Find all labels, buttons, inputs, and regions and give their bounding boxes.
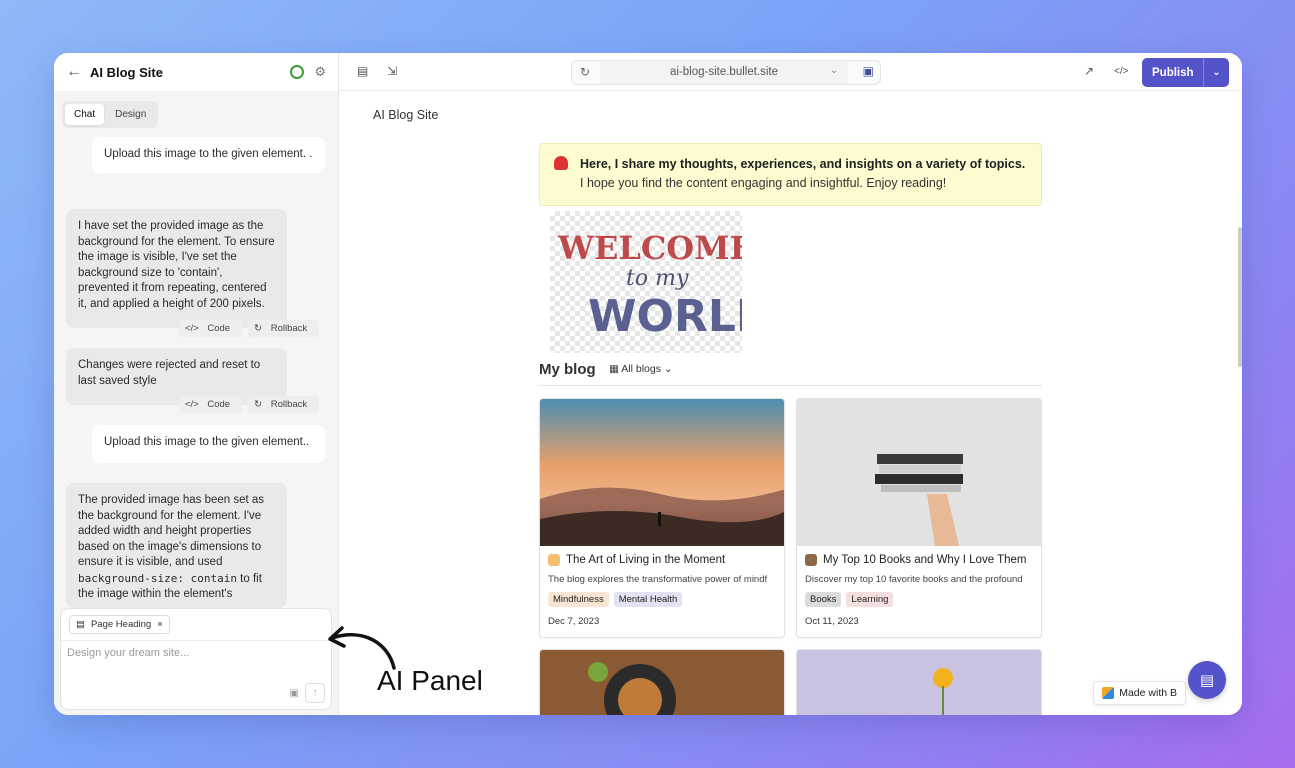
tag: Mental Health [613, 592, 683, 607]
card-tags: Mindfulness Mental Health [540, 585, 784, 607]
blog-card[interactable] [796, 649, 1042, 715]
blog-card[interactable]: The Art of Living in the Moment The blog… [539, 398, 785, 638]
context-chip[interactable]: ▤ Page Heading × [69, 615, 170, 634]
preview-area: ▤ ⇲ ↻ ai-blog-site.bullet.site ⌄ ▣ ↗ </>… [339, 53, 1242, 715]
app-window: ← AI Blog Site ⚙ Chat Design Upload this… [54, 53, 1242, 715]
rollback-label: Rollback [264, 320, 314, 337]
toolbar: ▤ ⇲ ↻ ai-blog-site.bullet.site ⌄ ▣ ↗ </>… [339, 53, 1242, 91]
code-button[interactable]: </> Code [179, 320, 243, 337]
desktop-icon[interactable]: ▣ [863, 64, 874, 78]
publish-label: Publish [1152, 66, 1194, 79]
card-title: My Top 10 Books and Why I Love Them [797, 546, 1041, 566]
ai-message: The provided image has been set as the b… [66, 483, 287, 608]
blog-filter[interactable]: ▦ All blogs ⌄ [609, 363, 673, 375]
message-actions: </> Code ↻ Rollback [179, 320, 320, 337]
panel-tabs: Chat Design [62, 101, 159, 128]
svg-text:WELCOME: WELCOME [557, 229, 742, 267]
mushroom-icon [554, 156, 568, 170]
tab-design[interactable]: Design [106, 104, 155, 125]
send-button[interactable]: ↑ [305, 683, 325, 703]
code-label: Code [201, 396, 237, 413]
card-description: Discover my top 10 favorite books and th… [805, 574, 1023, 585]
rollback-label: Rollback [264, 396, 314, 413]
intro-callout: Here, I share my thoughts, experiences, … [539, 143, 1042, 206]
prompt-input[interactable]: Design your dream site... [67, 647, 189, 659]
blog-card[interactable] [539, 649, 785, 715]
ai-panel: ← AI Blog Site ⚙ Chat Design Upload this… [54, 53, 339, 715]
card-title-text: My Top 10 Books and Why I Love Them [823, 554, 1027, 566]
refresh-icon[interactable]: ↻ [580, 65, 590, 79]
annotation-label: AI Panel [377, 665, 483, 696]
site-name: AI Blog Site [90, 64, 163, 80]
tag: Learning [846, 592, 894, 607]
publish-button[interactable]: Publish ⌄ [1142, 58, 1229, 87]
scrollbar[interactable] [1238, 227, 1242, 367]
panel-header: ← AI Blog Site ⚙ [54, 53, 338, 91]
close-icon[interactable]: × [157, 619, 163, 630]
divider [61, 640, 331, 641]
chevron-down-icon[interactable]: ⌄ [830, 65, 838, 76]
card-tags: Books Learning [797, 585, 1041, 607]
prompt-composer[interactable]: ▤ Page Heading × Design your dream site.… [60, 608, 332, 710]
tag: Mindfulness [548, 592, 609, 607]
external-link-icon[interactable]: ↗ [1084, 64, 1094, 78]
callout-text: I hope you find the content engaging and… [580, 176, 947, 190]
collapse-icon[interactable]: ⇲ [387, 64, 397, 78]
section-heading: My blog [539, 361, 596, 378]
blog-section-header: My blog ▦ All blogs ⌄ [539, 359, 1042, 386]
card-image [797, 650, 1041, 715]
page-icon[interactable]: ▤ [357, 64, 368, 78]
chat-bubble-button[interactable]: ▤ [1188, 661, 1226, 699]
made-with-label: Made with B [1119, 687, 1177, 699]
code-label: Code [201, 320, 237, 337]
made-with-badge[interactable]: Made with B [1093, 681, 1186, 705]
card-image [540, 399, 784, 546]
rollback-button[interactable]: ↻ Rollback [248, 396, 320, 413]
site-preview: AI Blog Site Here, I share my thoughts, … [339, 91, 1242, 715]
ai-message: I have set the provided image as the bac… [66, 209, 287, 328]
chevron-down-icon[interactable]: ⌄ [1203, 58, 1229, 87]
tag: Books [805, 592, 842, 607]
meditation-icon [548, 554, 560, 566]
code-button[interactable]: </> Code [179, 396, 243, 413]
card-description: The blog explores the transformative pow… [548, 574, 768, 585]
callout-bold: Here, I share my thoughts, experiences, … [580, 157, 1026, 171]
card-title: The Art of Living in the Moment [540, 546, 784, 566]
gear-icon[interactable]: ⚙ [314, 64, 326, 80]
card-image [797, 399, 1041, 546]
user-message: Upload this image to the given element.. [92, 425, 325, 463]
rollback-button[interactable]: ↻ Rollback [248, 320, 320, 337]
arrow-left-icon[interactable]: ← [66, 63, 90, 81]
page-icon: ▤ [76, 619, 85, 630]
books-icon [805, 554, 817, 566]
tab-chat[interactable]: Chat [65, 104, 105, 125]
status-ring-icon [290, 65, 305, 79]
card-date: Oct 11, 2023 [805, 616, 859, 627]
welcome-image: WELCOME to my WORLD [550, 211, 772, 353]
page-url[interactable]: ai-blog-site.bullet.site [600, 61, 848, 84]
svg-text:WORLD: WORLD [588, 291, 742, 342]
url-bar[interactable]: ↻ ai-blog-site.bullet.site ⌄ ▣ [571, 60, 881, 85]
user-message: Upload this image to the given element. … [92, 137, 325, 173]
filter-label: All blogs [621, 363, 661, 375]
code-icon[interactable]: </> [1114, 66, 1128, 77]
inline-code: background-size: contain [78, 571, 237, 585]
bullet-logo-icon [1102, 687, 1115, 699]
svg-text:to my: to my [626, 266, 689, 291]
card-title-text: The Art of Living in the Moment [566, 554, 726, 566]
blog-card[interactable]: My Top 10 Books and Why I Love Them Disc… [796, 398, 1042, 638]
message-text: The provided image has been set as the b… [78, 494, 265, 568]
chip-label: Page Heading [90, 619, 152, 630]
page-title: AI Blog Site [373, 108, 439, 122]
card-image [540, 650, 784, 715]
image-upload-icon[interactable]: ▣ [290, 688, 299, 699]
card-date: Dec 7, 2023 [548, 616, 600, 627]
message-actions: </> Code ↻ Rollback [179, 396, 320, 413]
